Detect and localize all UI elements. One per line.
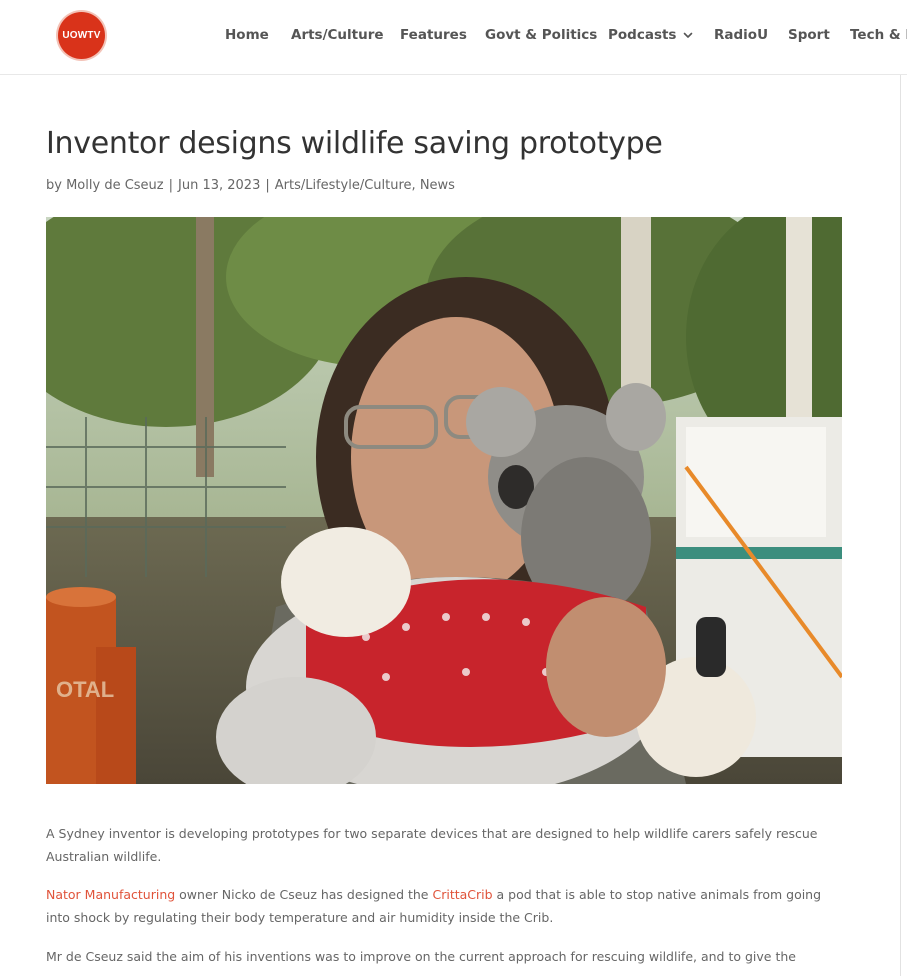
meta-separator: | xyxy=(168,177,173,193)
article-paragraph-1: A Sydney inventor is developing prototyp… xyxy=(46,826,818,864)
chevron-down-icon xyxy=(684,32,693,38)
nav-govt-politics[interactable]: Govt & Politics xyxy=(485,25,597,45)
nav-podcasts-label: Podcasts xyxy=(608,27,677,43)
nav-sport[interactable]: Sport xyxy=(788,25,830,45)
meta-separator: | xyxy=(265,177,270,193)
svg-text:OTAL: OTAL xyxy=(56,677,114,702)
crittacrib-link[interactable]: CrittaCrib xyxy=(432,887,492,902)
featured-image: OTAL xyxy=(46,217,842,784)
article-meta: by Molly de Cseuz | Jun 13, 2023 | Arts/… xyxy=(46,175,455,195)
meta-by: by xyxy=(46,177,62,193)
nav-podcasts[interactable]: Podcasts xyxy=(608,25,695,45)
category-link-arts[interactable]: Arts/Lifestyle/Culture xyxy=(275,178,412,193)
nator-manufacturing-link[interactable]: Nator Manufacturing xyxy=(46,887,175,902)
category-link-news[interactable]: News xyxy=(420,178,455,193)
nav-features[interactable]: Features xyxy=(400,25,467,45)
nav-home[interactable]: Home xyxy=(225,25,269,45)
nav-arts-culture[interactable]: Arts/Culture xyxy=(291,25,384,45)
author-link[interactable]: Molly de Cseuz xyxy=(66,178,164,193)
meta-comma: , xyxy=(411,177,416,193)
nav-radiou[interactable]: RadioU xyxy=(714,25,768,45)
sidebar-divider xyxy=(900,75,901,976)
article-paragraph-3: Mr de Cseuz said the aim of his inventio… xyxy=(46,949,796,964)
nav-tech[interactable]: Tech & R xyxy=(850,25,907,45)
paragraph-2-text-1: owner Nicko de Cseuz has designed the xyxy=(175,887,433,902)
featured-image-art: OTAL xyxy=(46,217,842,784)
site-header: UOWTV Home Arts/Culture Features Govt & … xyxy=(0,0,907,75)
main-nav: Home Arts/Culture Features Govt & Politi… xyxy=(0,0,907,70)
post-date: Jun 13, 2023 xyxy=(178,177,261,193)
article-paragraph-2: Nator Manufacturing owner Nicko de Cseuz… xyxy=(46,883,846,929)
article-title: Inventor designs wildlife saving prototy… xyxy=(46,126,663,161)
